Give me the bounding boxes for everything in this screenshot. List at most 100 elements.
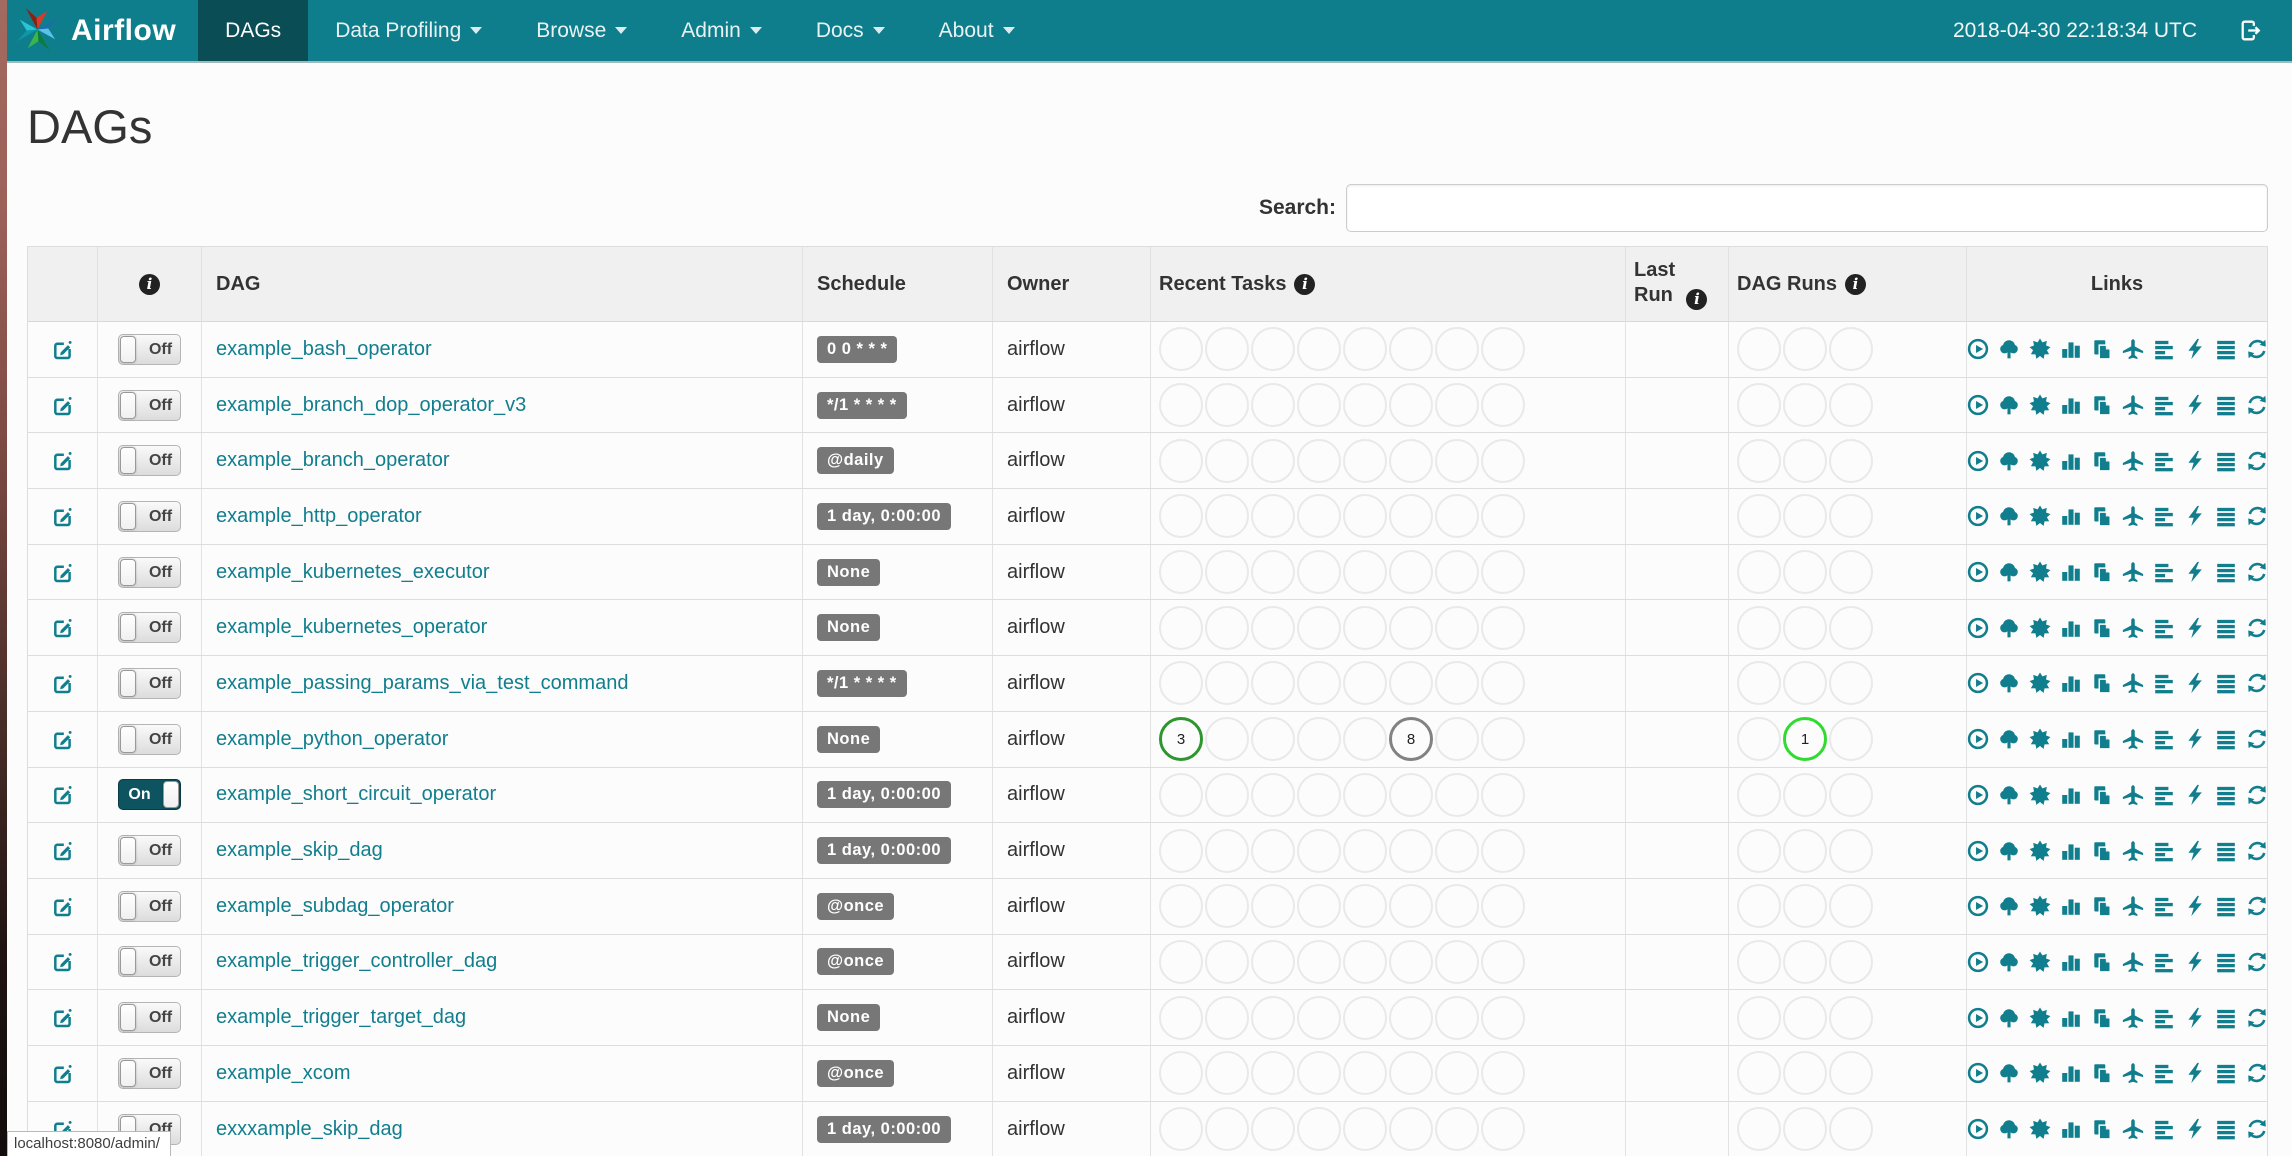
graph-view-icon[interactable] <box>2029 505 2051 527</box>
graph-view-icon[interactable] <box>2029 839 2051 862</box>
tree-view-icon[interactable] <box>1998 784 2020 806</box>
dag-run-circle[interactable] <box>1737 884 1781 929</box>
dag-run-circle[interactable] <box>1783 995 1827 1040</box>
refresh-icon[interactable] <box>2246 951 2268 973</box>
refresh-icon[interactable] <box>2246 394 2268 416</box>
tree-view-icon[interactable] <box>1998 394 2020 416</box>
landing-times-icon[interactable] <box>2122 505 2144 527</box>
dag-run-circle[interactable] <box>1829 383 1873 428</box>
task-tries-icon[interactable] <box>2091 840 2113 862</box>
dag-pause-toggle[interactable]: Off <box>118 1057 181 1089</box>
dag-run-circle[interactable] <box>1783 550 1827 595</box>
gantt-view-icon[interactable] <box>2153 895 2175 917</box>
refresh-icon[interactable] <box>2246 840 2268 862</box>
task-state-circle[interactable] <box>1343 939 1387 984</box>
edit-dag-icon[interactable] <box>50 615 75 640</box>
landing-times-icon[interactable] <box>2122 561 2144 583</box>
schedule-badge[interactable]: None <box>817 558 881 586</box>
task-state-circle[interactable] <box>1343 494 1387 539</box>
gantt-view-icon[interactable] <box>2153 1007 2175 1029</box>
task-state-circle[interactable] <box>1251 494 1295 539</box>
logs-icon[interactable] <box>2215 840 2237 862</box>
task-state-circle[interactable] <box>1205 494 1249 539</box>
task-state-circle[interactable] <box>1159 438 1203 483</box>
landing-times-icon[interactable] <box>2122 951 2144 973</box>
dag-link[interactable]: example_trigger_controller_dag <box>216 950 497 973</box>
task-state-circle[interactable] <box>1435 327 1479 372</box>
refresh-icon[interactable] <box>2246 728 2268 750</box>
task-state-circle[interactable] <box>1343 884 1387 929</box>
gantt-view-icon[interactable] <box>2153 784 2175 806</box>
task-state-circle[interactable] <box>1389 494 1433 539</box>
task-tries-icon[interactable] <box>2091 338 2113 361</box>
task-state-circle[interactable] <box>1297 661 1341 706</box>
edit-dag-icon[interactable] <box>50 1005 75 1030</box>
dag-pause-toggle[interactable]: On <box>118 779 181 811</box>
task-state-circle[interactable] <box>1435 1051 1479 1096</box>
task-state-circle[interactable] <box>1205 995 1249 1040</box>
refresh-icon[interactable] <box>2246 1118 2268 1140</box>
task-state-circle[interactable] <box>1205 828 1249 873</box>
task-state-circle[interactable] <box>1251 828 1295 873</box>
graph-view-icon[interactable] <box>2029 338 2051 360</box>
task-state-circle[interactable] <box>1435 884 1479 929</box>
edit-dag-icon[interactable] <box>50 560 75 585</box>
task-state-circle[interactable] <box>1481 327 1525 372</box>
task-state-circle[interactable] <box>1389 327 1433 372</box>
task-state-circle[interactable] <box>1343 327 1387 372</box>
schedule-badge[interactable]: None <box>817 725 881 753</box>
task-state-circle[interactable] <box>1481 995 1525 1040</box>
dag-link[interactable]: exxxample_skip_dag <box>216 1118 403 1141</box>
edit-dag-icon[interactable] <box>50 671 75 696</box>
landing-times-icon[interactable] <box>2122 672 2144 694</box>
edit-dag-icon[interactable] <box>50 894 75 919</box>
dag-run-circle[interactable] <box>1783 605 1827 650</box>
code-view-icon[interactable] <box>2184 1007 2206 1029</box>
task-state-circle[interactable] <box>1343 772 1387 817</box>
tree-view-icon[interactable] <box>1998 672 2020 694</box>
tree-view-icon[interactable] <box>1998 617 2020 639</box>
dag-link[interactable]: example_trigger_target_dag <box>216 1006 466 1029</box>
trigger-dag-icon[interactable] <box>1967 561 1989 583</box>
refresh-icon[interactable] <box>2246 1007 2268 1029</box>
dag-run-circle[interactable] <box>1829 828 1873 873</box>
graph-view-icon[interactable] <box>2029 450 2051 472</box>
schedule-badge[interactable]: */1 * * * * <box>817 391 907 419</box>
dag-run-circle[interactable] <box>1737 717 1781 762</box>
trigger-dag-icon[interactable] <box>1967 1118 1989 1140</box>
dag-run-circle[interactable] <box>1737 327 1781 372</box>
task-state-circle[interactable] <box>1481 939 1525 984</box>
schedule-badge[interactable]: @once <box>817 948 895 976</box>
task-state-circle[interactable] <box>1159 995 1203 1040</box>
task-state-circle[interactable] <box>1297 438 1341 483</box>
dag-link[interactable]: example_short_circuit_operator <box>216 783 496 806</box>
tree-view-icon[interactable] <box>1998 1007 2020 1029</box>
schedule-badge[interactable]: */1 * * * * <box>817 669 907 697</box>
code-view-icon[interactable] <box>2184 951 2206 973</box>
gantt-view-icon[interactable] <box>2153 505 2175 527</box>
header-schedule[interactable]: Schedule <box>803 247 993 321</box>
task-state-circle[interactable] <box>1159 383 1203 428</box>
dag-link[interactable]: example_branch_dop_operator_v3 <box>216 394 526 417</box>
refresh-icon[interactable] <box>2246 450 2268 472</box>
dag-run-circle[interactable] <box>1737 1051 1781 1096</box>
task-state-circle[interactable] <box>1389 884 1433 929</box>
task-duration-icon[interactable] <box>2060 1062 2082 1084</box>
logs-icon[interactable] <box>2215 561 2237 583</box>
code-view-icon[interactable] <box>2184 617 2206 639</box>
task-tries-icon[interactable] <box>2091 895 2113 917</box>
task-state-circle[interactable] <box>1251 661 1295 706</box>
trigger-dag-icon[interactable] <box>1967 1007 1989 1029</box>
task-state-circle[interactable] <box>1435 772 1479 817</box>
task-state-circle[interactable] <box>1251 438 1295 483</box>
task-tries-icon[interactable] <box>2091 617 2113 639</box>
nav-item-dags[interactable]: DAGs <box>198 0 309 61</box>
task-state-circle[interactable] <box>1481 438 1525 483</box>
tree-view-icon[interactable] <box>1998 840 2020 862</box>
dag-run-circle[interactable] <box>1737 939 1781 984</box>
task-duration-icon[interactable] <box>2060 450 2082 472</box>
graph-view-icon[interactable] <box>2029 784 2051 806</box>
task-state-circle[interactable] <box>1343 605 1387 650</box>
info-icon[interactable] <box>1294 273 1316 295</box>
graph-view-icon[interactable] <box>2029 672 2051 694</box>
